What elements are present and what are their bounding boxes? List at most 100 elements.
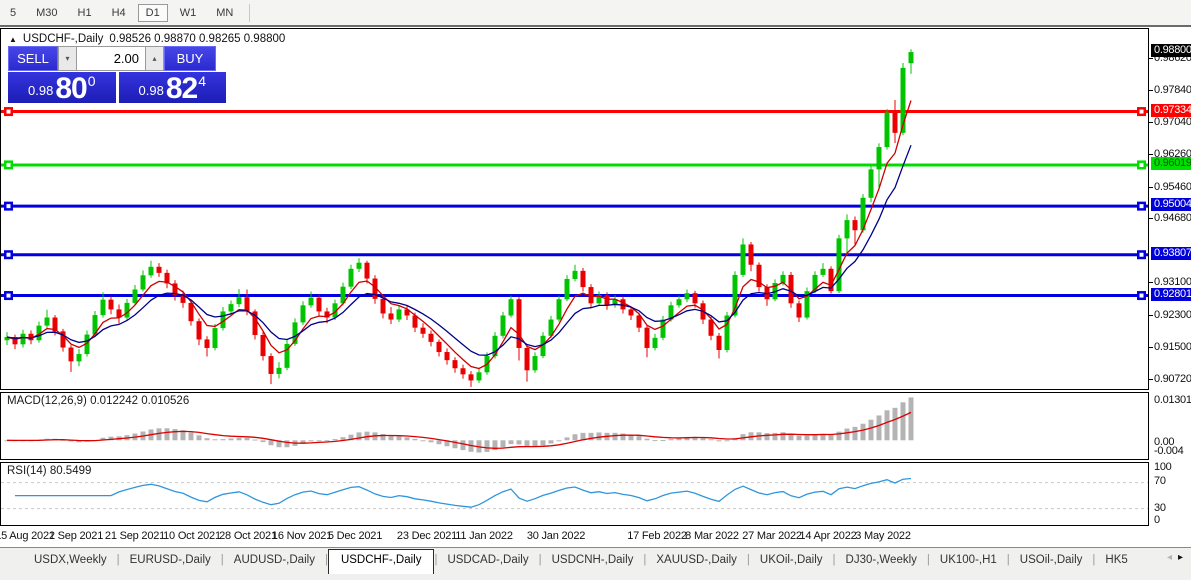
axis-tickmark [1149, 122, 1153, 123]
candle [389, 313, 394, 319]
rsi-axis-label: 30 [1154, 502, 1166, 514]
axis-tickmark [1149, 282, 1153, 283]
candle [101, 300, 106, 315]
line-handle-center [1140, 253, 1144, 257]
candle [213, 328, 218, 348]
chart-tab-usdcad-daily[interactable]: USDCAD-,Daily [437, 550, 538, 571]
chart-tab-eurusd-daily[interactable]: EURUSD-,Daily [120, 550, 221, 571]
timeframe-toolbar: 5M30 H1H4D1W1MN [0, 0, 1191, 27]
macd-histogram-bar [221, 439, 226, 440]
candle [397, 309, 402, 319]
toolbar-separator [249, 4, 250, 22]
date-label: 8 Mar 2022 [685, 530, 739, 542]
axis-tickmark [1149, 347, 1153, 348]
timeframe-button-5[interactable]: 5 [2, 4, 24, 22]
timeframe-button-h4[interactable]: H4 [104, 4, 134, 22]
buy-button[interactable]: BUY [164, 46, 216, 71]
date-label: 16 Nov 2021 [272, 530, 332, 542]
rsi-indicator-panel[interactable]: RSI(14) 80.5499 [0, 462, 1149, 526]
price-tick-label: 0.92300 [1154, 309, 1191, 321]
macd-histogram-bar [197, 435, 202, 440]
macd-histogram-bar [269, 440, 274, 445]
buy-price-display[interactable]: 0.98 82 4 [119, 72, 227, 103]
chart-tab-hk5[interactable]: HK5 [1095, 550, 1137, 571]
candle [109, 300, 114, 310]
chart-tab-ukoil-daily[interactable]: UKOil-,Daily [750, 550, 833, 571]
price-axis[interactable]: 0.986200.978400.970400.962600.954600.946… [1149, 28, 1191, 526]
price-level-badge: 0.92801 [1151, 288, 1191, 301]
price-level-badge: 0.96019 [1151, 157, 1191, 170]
macd-histogram-bar [765, 433, 770, 440]
date-label: 17 Feb 2022 [627, 530, 687, 542]
timeframe-button-h1[interactable]: H1 [70, 4, 100, 22]
candle [717, 336, 722, 350]
price-level-badge: 0.98800 [1151, 44, 1191, 57]
buy-price-pips: 82 [166, 77, 197, 101]
axis-tickmark [1149, 90, 1153, 91]
candle [749, 244, 754, 264]
volume-increase-icon[interactable]: ▴ [145, 46, 164, 71]
candle [621, 299, 626, 309]
chart-tab-uk100-h1[interactable]: UK100-,H1 [930, 550, 1007, 571]
timeframe-button-d1[interactable]: D1 [138, 4, 168, 22]
chart-tab-usdx-weekly[interactable]: USDX,Weekly [24, 550, 117, 571]
candle [69, 348, 74, 362]
sell-button[interactable]: SELL [8, 46, 58, 71]
buy-price-prefix: 0.98 [139, 83, 164, 98]
sell-price-prefix: 0.98 [28, 83, 53, 98]
candle [301, 305, 306, 322]
candle [277, 368, 282, 374]
candle [45, 318, 50, 326]
candle [797, 303, 802, 317]
ma-slow-line [7, 145, 911, 355]
candle [309, 298, 314, 306]
buy-price-fraction: 4 [198, 73, 206, 89]
macd-histogram-bar [725, 440, 730, 441]
volume-input[interactable] [77, 46, 145, 71]
tab-scroll-right-icon[interactable]: ▸ [1178, 552, 1183, 563]
date-label: 21 Sep 2021 [105, 530, 165, 542]
macd-histogram-bar [165, 428, 170, 440]
timeframe-button-w1[interactable]: W1 [172, 4, 205, 22]
macd-histogram-bar [229, 439, 234, 441]
axis-tickmark [1149, 379, 1153, 380]
macd-histogram-bar [509, 440, 514, 444]
time-axis[interactable]: 15 Aug 20212 Sep 202121 Sep 202110 Oct 2… [0, 528, 1191, 546]
macd-histogram-bar [461, 440, 466, 450]
macd-histogram-bar [781, 432, 786, 440]
timeframe-button-mn[interactable]: MN [208, 4, 241, 22]
one-click-trade-panel: SELL ▾ ▴ BUY 0.98 80 0 0.98 82 4 [8, 46, 226, 103]
macd-signal-line [7, 412, 911, 448]
macd-histogram-bar [405, 437, 410, 440]
chart-tab-dj30-weekly[interactable]: DJ30-,Weekly [836, 550, 927, 571]
macd-histogram-bar [573, 434, 578, 440]
chart-tab-xauusd-daily[interactable]: XAUUSD-,Daily [646, 550, 747, 571]
candle [269, 356, 274, 374]
candle [573, 271, 578, 279]
chart-tab-usdchf-daily[interactable]: USDCHF-,Daily [328, 549, 435, 574]
sell-price-fraction: 0 [88, 73, 96, 89]
chart-tab-usdcnh-daily[interactable]: USDCNH-,Daily [542, 550, 644, 571]
timeframe-button-m30[interactable]: M30 [28, 4, 65, 22]
candle [509, 299, 514, 315]
collapse-panel-icon[interactable]: ▲ [9, 35, 17, 44]
sell-price-display[interactable]: 0.98 80 0 [8, 72, 116, 103]
price-tick-label: 0.97040 [1154, 116, 1191, 128]
candle [245, 297, 250, 311]
candle [653, 338, 658, 348]
candle [853, 220, 858, 230]
axis-tickmark [1149, 187, 1153, 188]
macd-histogram-bar [773, 433, 778, 440]
chart-tab-audusd-daily[interactable]: AUDUSD-,Daily [224, 550, 325, 571]
volume-decrease-icon[interactable]: ▾ [58, 46, 77, 71]
macd-histogram-bar [565, 437, 570, 440]
chart-tab-usoil-daily[interactable]: USOil-,Daily [1010, 550, 1093, 571]
candle [21, 334, 26, 345]
price-tick-label: 0.95460 [1154, 181, 1191, 193]
tab-scroll-left-icon[interactable]: ◂ [1167, 552, 1172, 563]
macd-indicator-panel[interactable]: MACD(12,26,9) 0.012242 0.010526 [0, 392, 1149, 460]
rsi-axis-label: 100 [1154, 461, 1171, 473]
axis-tickmark [1149, 218, 1153, 219]
macd-histogram-bar [813, 435, 818, 441]
price-level-badge: 0.97334 [1151, 104, 1191, 117]
